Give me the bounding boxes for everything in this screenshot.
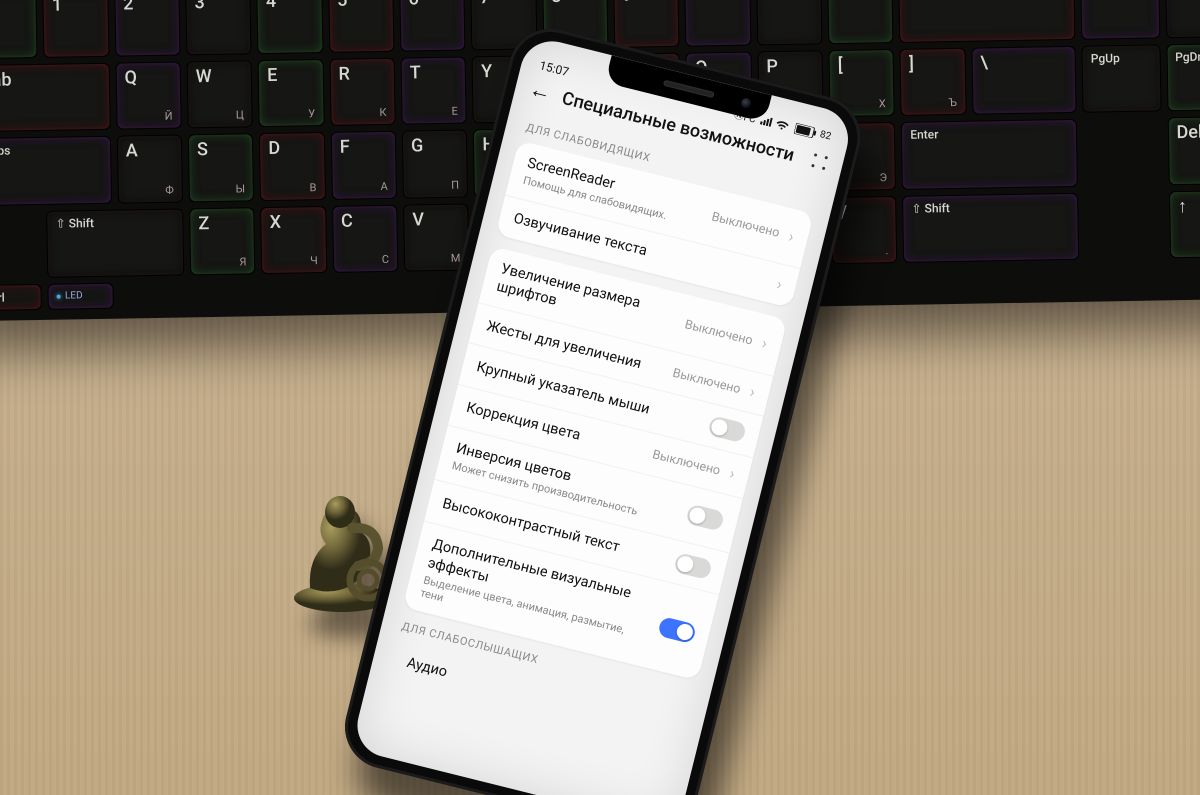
toggle-large-cursor[interactable] (707, 416, 747, 444)
keyboard-key: GП (402, 129, 469, 198)
toggle-color-inversion[interactable] (685, 504, 725, 532)
chevron-right-icon: › (775, 276, 784, 293)
keyboard-key: ← (898, 0, 1075, 42)
keyboard-key: DВ (259, 132, 325, 201)
keyboard-key: \ (971, 45, 1077, 114)
keyboard-key: 5 (328, 0, 394, 52)
keyboard-key: EУ (258, 58, 324, 127)
keyboard-key: ZЯ (189, 207, 256, 276)
keyboard-key: 6 (399, 0, 466, 51)
chevron-right-icon: › (748, 384, 757, 401)
keyboard-key: LED (48, 283, 114, 310)
battery-percent: 82 (819, 129, 833, 142)
battery-icon (793, 123, 817, 139)
keyboard-key: 4 (257, 0, 323, 54)
keyboard-key: ]Ъ (900, 47, 966, 116)
signal-icon (759, 115, 773, 128)
keyboard-key: Ctrl (0, 284, 42, 311)
keyboard-key: ⇧ Shift (902, 192, 1079, 263)
keyboard-key: Tab (0, 62, 110, 132)
keyboard-key: ↑ (1169, 189, 1200, 258)
keyboard-key: Home (1080, 0, 1160, 39)
keyboard-key: Del (1167, 116, 1200, 185)
value: Выключено (710, 210, 781, 241)
keyboard-key: CС (332, 204, 398, 273)
chevron-right-icon: › (760, 336, 769, 353)
keyboard-key: QЙ (115, 61, 181, 130)
keyboard-key: Enter (901, 119, 1078, 190)
keyboard-key: PgDn (1166, 42, 1200, 111)
keyboard-key: WЦ (187, 60, 254, 129)
wifi-icon (774, 118, 790, 131)
keyboard-key: RК (329, 57, 395, 126)
keyboard-key: PgUp (1082, 44, 1162, 113)
keyboard-key: XЧ (260, 205, 326, 274)
keyboard-key: = (827, 0, 894, 44)
keyboard-key: 9 (613, 0, 680, 47)
keyboard-key: SЫ (188, 133, 255, 202)
keyboard-key: FА (330, 131, 396, 200)
keyboard-key: End (1165, 0, 1200, 38)
keyboard-key: 1 (43, 0, 109, 57)
keyboard-key: Caps (0, 136, 112, 206)
chevron-right-icon: › (787, 229, 796, 246)
keyboard-key: ⇧ Shift (46, 208, 184, 278)
keyboard-key: ~ (0, 0, 38, 59)
keyboard-key: - (756, 0, 822, 45)
keyboard-key: 0 (685, 0, 751, 46)
overflow-menu-button[interactable] (809, 151, 831, 173)
chevron-right-icon: › (728, 466, 737, 483)
vision-group-2: Увеличение размера шрифтов Выключено › Ж… (402, 246, 787, 681)
keyboard-key: AФ (117, 134, 183, 203)
toggle-high-contrast[interactable] (673, 552, 713, 580)
photo-scene: ~1234567890-=←HomeEndTabQЙWЦEУRКTЕYНUГIШ… (0, 0, 1200, 795)
keyboard-key: 2 (114, 0, 180, 56)
back-button[interactable]: ← (527, 79, 554, 106)
toggle-visual-effects[interactable] (657, 616, 697, 644)
keyboard-key: 3 (185, 0, 252, 55)
keyboard-key: TЕ (401, 56, 468, 125)
